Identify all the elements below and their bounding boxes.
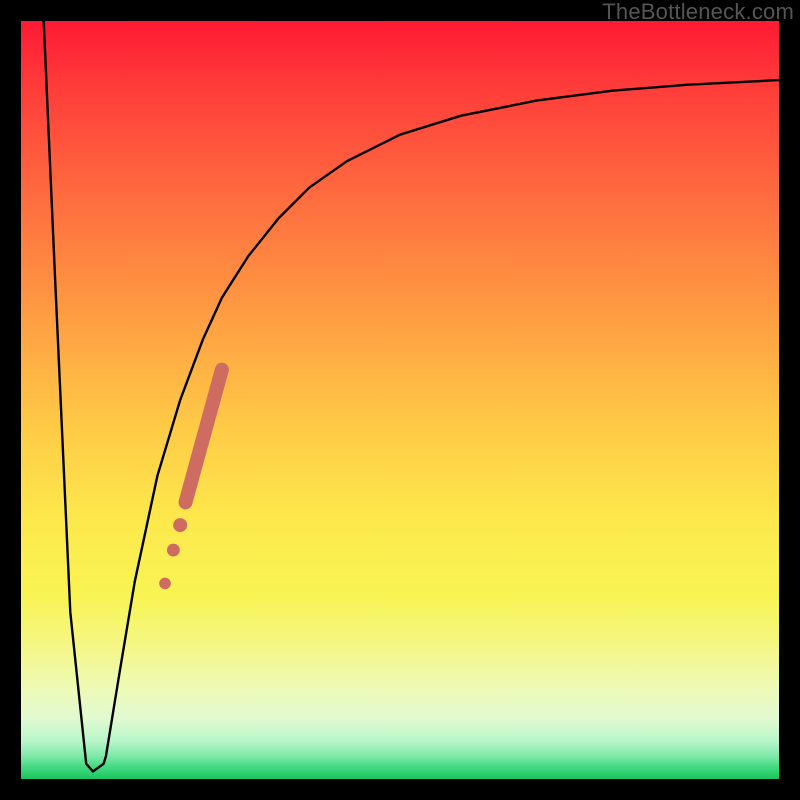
- highlight-segment: [185, 370, 221, 503]
- highlight-dot: [159, 578, 171, 590]
- chart-frame: [21, 21, 779, 779]
- bottleneck-curve: [44, 21, 779, 771]
- watermark-text: TheBottleneck.com: [602, 0, 794, 25]
- chart-svg: [21, 21, 779, 779]
- highlight-dots: [159, 518, 187, 589]
- highlight-dot: [167, 544, 180, 557]
- highlight-dot: [173, 518, 187, 532]
